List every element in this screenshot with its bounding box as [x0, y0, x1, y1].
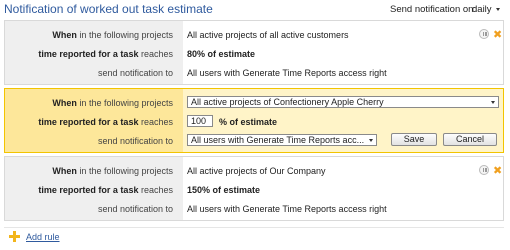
chevron-down-icon[interactable]	[496, 8, 500, 11]
projects-value: All active projects of Our Company	[187, 166, 326, 176]
recipients-select[interactable]: All users with Generate Time Reports acc…	[187, 134, 377, 146]
add-rule-row: Add rule	[4, 227, 504, 246]
when-label: When in the following projects	[52, 30, 173, 40]
rule-1: When in the following projects All activ…	[4, 20, 504, 85]
send-to-label: send notification to	[97, 204, 173, 214]
rule-3: When in the following projects All activ…	[4, 156, 504, 221]
threshold-value: 80% of estimate	[187, 49, 256, 59]
threshold-input[interactable]: 100	[187, 115, 213, 127]
projects-select[interactable]: All active projects of Confectionery App…	[187, 96, 499, 108]
page-header: Notification of worked out task estimate…	[0, 0, 510, 18]
projects-value: All active projects of all active custom…	[187, 30, 349, 40]
chevron-down-icon	[369, 139, 373, 142]
recipients-value: All users with Generate Time Reports acc…	[187, 68, 387, 78]
time-reported-label: time reported for a task reaches	[38, 117, 173, 127]
recipients-value: All users with Generate Time Reports acc…	[187, 204, 387, 214]
threshold-suffix: % of estimate	[219, 117, 278, 127]
send-to-label: send notification to	[97, 68, 173, 78]
delete-icon[interactable]: ✖	[493, 28, 502, 41]
add-rule-link[interactable]: Add rule	[26, 232, 60, 242]
when-label: When in the following projects	[52, 98, 173, 108]
delete-icon[interactable]: ✖	[493, 164, 502, 177]
rule-2-editing: When in the following projects All activ…	[4, 88, 504, 153]
send-to-label: send notification to	[97, 136, 173, 146]
when-label: When in the following projects	[52, 166, 173, 176]
send-frequency-label: Send notification on:	[390, 4, 477, 15]
pause-icon[interactable]	[479, 29, 489, 39]
page-title: Notification of worked out task estimate	[4, 2, 213, 16]
send-frequency-dropdown[interactable]: daily	[472, 4, 492, 15]
time-reported-label: time reported for a task reaches	[38, 185, 173, 195]
chevron-down-icon	[491, 101, 495, 104]
plus-icon[interactable]	[9, 231, 20, 242]
cancel-button[interactable]: Cancel	[443, 133, 497, 146]
threshold-value: 150% of estimate	[187, 185, 261, 195]
time-reported-label: time reported for a task reaches	[38, 49, 173, 59]
pause-icon[interactable]	[479, 165, 489, 175]
save-button[interactable]: Save	[391, 133, 437, 146]
